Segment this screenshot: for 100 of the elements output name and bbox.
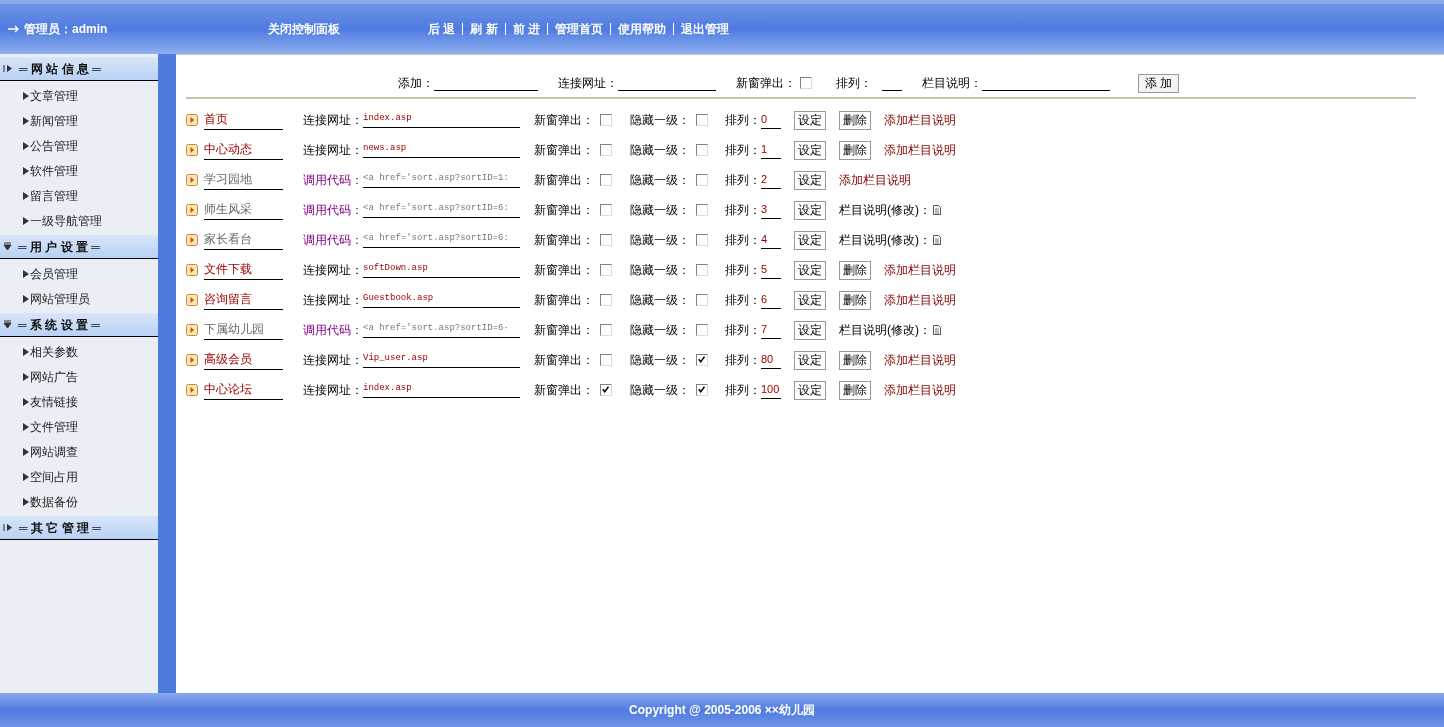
input-field[interactable]: index.asp bbox=[363, 382, 520, 398]
input-field[interactable]: 5 bbox=[761, 260, 781, 280]
new-window-label: 新窗弹出： bbox=[534, 292, 594, 309]
set-button[interactable]: 设定 bbox=[794, 230, 826, 250]
add-note-link[interactable]: 添加栏目说明 bbox=[884, 291, 956, 309]
add-note-link[interactable]: 添加栏目说明 bbox=[884, 141, 956, 159]
nav-link[interactable]: 退出管理 bbox=[681, 20, 730, 38]
sidebar-item[interactable]: 文件管理 bbox=[0, 414, 158, 439]
set-button[interactable]: 设定 bbox=[794, 350, 826, 370]
add-button[interactable]: 添 加 bbox=[1138, 73, 1180, 93]
delete-button[interactable]: 删除 bbox=[839, 260, 871, 280]
input-field[interactable]: <a href='sort.asp?sortID=6: bbox=[363, 202, 520, 218]
close-panel-link[interactable]: 关闭控制面板 bbox=[268, 20, 428, 38]
section-header[interactable]: ═ 用 户 设 置 ═ bbox=[0, 235, 158, 259]
checkbox[interactable] bbox=[696, 384, 708, 396]
checkbox[interactable] bbox=[600, 234, 612, 246]
section-header[interactable]: ═ 网 站 信 息 ═ bbox=[0, 57, 158, 81]
sidebar-item[interactable]: 新闻管理 bbox=[0, 108, 158, 133]
checkbox[interactable] bbox=[800, 77, 812, 89]
sidebar-item[interactable]: 网站广告 bbox=[0, 364, 158, 389]
checkbox[interactable] bbox=[600, 384, 612, 396]
column-name: 学习园地 bbox=[204, 170, 283, 190]
checkbox[interactable] bbox=[696, 204, 708, 216]
sidebar-item[interactable]: 网站管理员 bbox=[0, 286, 158, 311]
sidebar-item[interactable]: 文章管理 bbox=[0, 83, 158, 108]
input-field[interactable]: softDown.asp bbox=[363, 262, 520, 278]
input-field[interactable]: 0 bbox=[761, 110, 781, 130]
document-icon[interactable] bbox=[933, 325, 941, 335]
input-field[interactable]: 100 bbox=[761, 380, 781, 400]
add-note-link[interactable]: 添加栏目说明 bbox=[884, 111, 956, 129]
nav-link[interactable]: 刷 新 bbox=[470, 20, 498, 38]
checkbox[interactable] bbox=[696, 114, 708, 126]
nav-link[interactable]: 前 进 bbox=[512, 20, 541, 38]
add-note-link[interactable]: 添加栏目说明 bbox=[884, 261, 956, 279]
checkbox[interactable] bbox=[600, 174, 612, 186]
sidebar-item[interactable]: 公告管理 bbox=[0, 133, 158, 158]
input-field[interactable]: 80 bbox=[761, 350, 781, 370]
input-field[interactable]: <a href='sort.asp?sortID=6: bbox=[363, 232, 520, 248]
set-button[interactable]: 设定 bbox=[794, 200, 826, 220]
sidebar-item[interactable]: 空间占用 bbox=[0, 464, 158, 489]
input-field[interactable]: 2 bbox=[761, 170, 781, 190]
sidebar-item[interactable]: 留言管理 bbox=[0, 183, 158, 208]
set-button[interactable]: 设定 bbox=[794, 140, 826, 160]
checkbox[interactable] bbox=[600, 144, 612, 156]
set-button[interactable]: 设定 bbox=[794, 170, 826, 190]
sidebar-item[interactable]: 友情链接 bbox=[0, 389, 158, 414]
set-button[interactable]: 设定 bbox=[794, 320, 826, 340]
checkbox[interactable] bbox=[600, 114, 612, 126]
checkbox[interactable] bbox=[696, 144, 708, 156]
input-field[interactable]: index.asp bbox=[363, 112, 520, 128]
set-button[interactable]: 设定 bbox=[794, 380, 826, 400]
input-field[interactable]: news.asp bbox=[363, 142, 520, 158]
add-note-link[interactable]: 添加栏目说明 bbox=[884, 381, 956, 399]
checkbox[interactable] bbox=[600, 264, 612, 276]
checkbox[interactable] bbox=[696, 264, 708, 276]
section-header[interactable]: ═ 其 它 管 理 ═ bbox=[0, 516, 158, 540]
sidebar-item[interactable]: 一级导航管理 bbox=[0, 208, 158, 233]
checkbox[interactable] bbox=[600, 294, 612, 306]
sidebar-item[interactable]: 网站调查 bbox=[0, 439, 158, 464]
input-field[interactable]: Guestbook.asp bbox=[363, 292, 520, 308]
input-field[interactable]: <a href='sort.asp?sortID=1: bbox=[363, 172, 520, 188]
delete-button[interactable]: 删除 bbox=[839, 140, 871, 160]
nav-link[interactable]: 后 退 bbox=[428, 20, 456, 38]
arrow-box-icon bbox=[186, 354, 198, 366]
checkbox[interactable] bbox=[696, 354, 708, 366]
input-field[interactable]: 6 bbox=[761, 290, 781, 310]
delete-button[interactable]: 删除 bbox=[839, 110, 871, 130]
sidebar-item[interactable]: 数据备份 bbox=[0, 489, 158, 514]
set-button[interactable]: 设定 bbox=[794, 290, 826, 310]
input-field[interactable]: 3 bbox=[761, 200, 781, 220]
checkbox[interactable] bbox=[696, 294, 708, 306]
checkbox[interactable] bbox=[600, 204, 612, 216]
checkbox[interactable] bbox=[696, 324, 708, 336]
nav-link[interactable]: 使用帮助 bbox=[618, 20, 667, 38]
nav-link[interactable]: 管理首页 bbox=[555, 20, 604, 38]
document-icon[interactable] bbox=[933, 205, 941, 215]
checkbox[interactable] bbox=[600, 324, 612, 336]
checkbox[interactable] bbox=[696, 174, 708, 186]
input-field[interactable]: 1 bbox=[761, 140, 781, 160]
hide-label: 隐藏一级： bbox=[630, 322, 690, 339]
sidebar-item[interactable]: 相关参数 bbox=[0, 339, 158, 364]
sidebar-item[interactable]: 会员管理 bbox=[0, 261, 158, 286]
delete-button[interactable]: 删除 bbox=[839, 350, 871, 370]
checkbox[interactable] bbox=[600, 354, 612, 366]
section-header[interactable]: ═ 系 统 设 置 ═ bbox=[0, 313, 158, 337]
document-icon[interactable] bbox=[933, 235, 941, 245]
input-field[interactable]: 4 bbox=[761, 230, 781, 250]
hide-label: 隐藏一级： bbox=[630, 202, 690, 219]
add-note-link[interactable]: 添加栏目说明 bbox=[839, 171, 911, 189]
sidebar-item[interactable]: 软件管理 bbox=[0, 158, 158, 183]
delete-button[interactable]: 删除 bbox=[839, 380, 871, 400]
triangle-icon bbox=[23, 191, 29, 200]
input-field[interactable]: 7 bbox=[761, 320, 781, 340]
set-button[interactable]: 设定 bbox=[794, 110, 826, 130]
input-field[interactable]: Vip_user.asp bbox=[363, 352, 520, 368]
delete-button[interactable]: 删除 bbox=[839, 290, 871, 310]
checkbox[interactable] bbox=[696, 234, 708, 246]
add-note-link[interactable]: 添加栏目说明 bbox=[884, 351, 956, 369]
input-field[interactable]: <a href='sort.asp?sortID=6· bbox=[363, 322, 520, 338]
set-button[interactable]: 设定 bbox=[794, 260, 826, 280]
